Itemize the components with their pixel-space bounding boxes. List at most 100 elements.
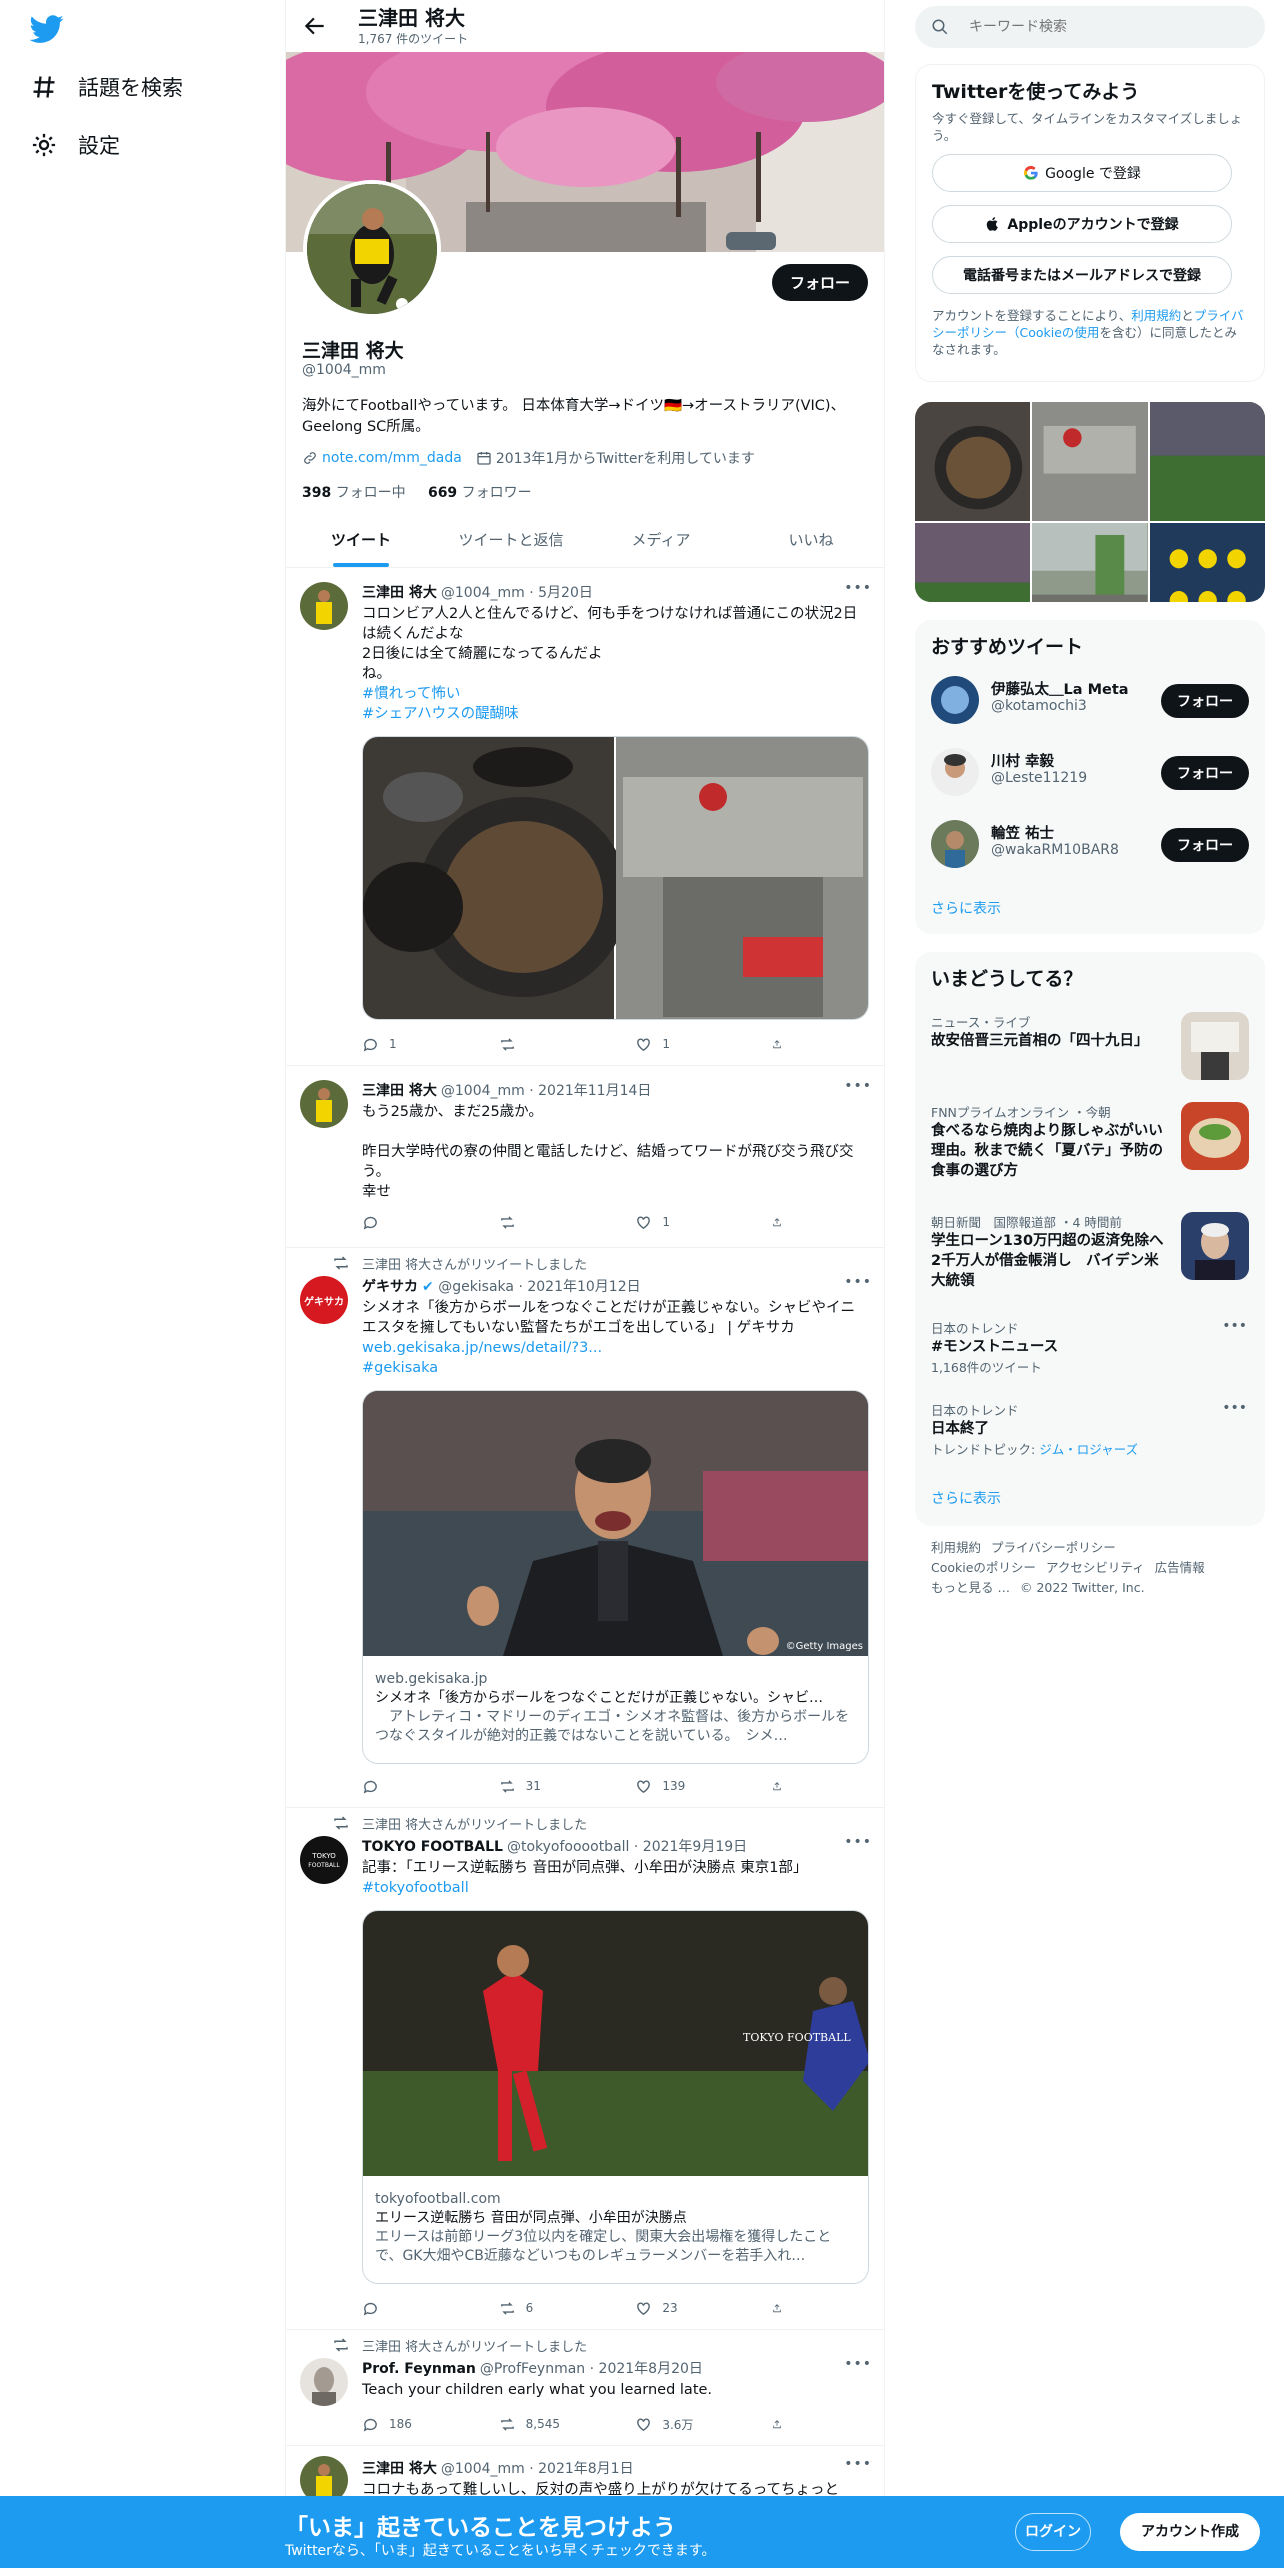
follow-button[interactable]: フォロー xyxy=(771,264,868,301)
followers-link[interactable]: 669 フォロワー xyxy=(428,485,532,501)
phone-email-signup-button[interactable]: 電話番号またはメールアドレスで登録 xyxy=(932,256,1232,294)
more-icon[interactable]: ••• xyxy=(844,2456,872,2472)
footer-ads-link[interactable]: 広告情報 xyxy=(1155,1560,1205,1575)
search-box[interactable] xyxy=(915,6,1265,48)
media-thumbnail[interactable] xyxy=(1149,402,1265,522)
tab-media[interactable]: メディア xyxy=(586,512,736,567)
more-icon[interactable]: ••• xyxy=(844,1274,872,1290)
share-button[interactable] xyxy=(772,1212,792,1232)
tweet-link[interactable]: web.gekisaka.jp/news/detail/?3... xyxy=(362,1338,867,1358)
tweet[interactable]: 三津田 将大さんがリツイートしました Prof. Feynman @ProfFey… xyxy=(286,2330,884,2446)
media-thumbnail[interactable] xyxy=(1032,523,1148,602)
avatar[interactable]: ゲキサカ xyxy=(300,1276,348,1324)
share-button[interactable] xyxy=(772,1034,792,1054)
hashtag-link[interactable]: #tokyofootball xyxy=(362,1878,867,1898)
retweeted-by[interactable]: 三津田 将大さんがリツイートしました xyxy=(362,1814,587,1833)
nav-settings-label: 設定 xyxy=(78,134,120,158)
retweet-button[interactable]: 8,545 xyxy=(499,2414,609,2434)
avatar[interactable]: TOKYO FOOTBALL xyxy=(300,1836,348,1884)
retweeted-by[interactable]: 三津田 将大さんがリツイートしました xyxy=(362,1254,587,1273)
retweet-button[interactable]: 6 xyxy=(499,2298,609,2318)
google-signup-button[interactable]: Google で登録 xyxy=(932,154,1232,192)
link-card[interactable]: TOKYO FOOTBALL tokyofootball.com エリース逆転勝… xyxy=(362,1910,869,2284)
media-thumbnail[interactable] xyxy=(1032,402,1148,522)
terms-link[interactable]: 利用規約 xyxy=(1131,308,1181,323)
more-icon[interactable]: ••• xyxy=(844,580,872,596)
recommended-user[interactable]: 伊藤弘太＿La Meta @kotamochi3 フォロー xyxy=(931,670,1249,730)
tab-tweets[interactable]: ツイート xyxy=(286,512,436,567)
show-more-link[interactable]: さらに表示 xyxy=(931,898,1001,918)
avatar[interactable] xyxy=(931,820,979,868)
avatar[interactable] xyxy=(300,2358,348,2406)
footer-privacy-link[interactable]: プライバシーポリシー xyxy=(991,1540,1116,1555)
reply-button[interactable]: 1 xyxy=(362,1034,472,1054)
tweet[interactable]: 三津田 将大 @1004_mm · 5月20日 ••• コロンビア人2人と住んでる… xyxy=(286,568,884,1066)
like-button[interactable]: 23 xyxy=(635,2298,745,2318)
trend-item[interactable]: FNNプライムオンライン ・今朝 食べるなら焼肉より豚しゃぶがいい理由。秋まで続… xyxy=(931,1102,1249,1181)
avatar[interactable] xyxy=(300,1080,348,1128)
reply-button[interactable] xyxy=(362,2298,472,2318)
more-icon[interactable]: ••• xyxy=(1222,1400,1247,1416)
like-button[interactable]: 139 xyxy=(635,1776,745,1796)
show-more-link[interactable]: さらに表示 xyxy=(931,1488,1001,1508)
trend-item[interactable]: 日本のトレンド #モンストニュース 1,168件のツイート ••• xyxy=(931,1318,1249,1376)
media-thumbnail[interactable] xyxy=(915,523,1031,602)
avatar[interactable] xyxy=(300,582,348,630)
hashtag-link[interactable]: #慣れって怖い xyxy=(362,684,867,704)
reply-button[interactable]: 186 xyxy=(362,2414,472,2434)
avatar[interactable] xyxy=(931,676,979,724)
footer-more-link[interactable]: もっと見る … xyxy=(931,1580,1010,1595)
hashtag-link[interactable]: #gekisaka xyxy=(362,1358,867,1378)
media-thumbnail[interactable] xyxy=(915,402,1031,522)
nav-settings[interactable]: 設定 xyxy=(30,130,120,160)
login-button[interactable]: ログイン xyxy=(1015,2513,1091,2551)
follow-button[interactable]: フォロー xyxy=(1161,684,1249,718)
footer-cookie-link[interactable]: Cookieのポリシー xyxy=(931,1560,1036,1575)
retweeted-by[interactable]: 三津田 将大さんがリツイートしました xyxy=(362,2336,587,2355)
recommended-user[interactable]: 輪笠 祐士 @wakaRM10BAR8 フォロー xyxy=(931,814,1249,874)
tweet-media[interactable] xyxy=(362,736,869,1020)
footer-terms-link[interactable]: 利用規約 xyxy=(931,1540,981,1555)
recommended-user[interactable]: 川村 幸毅 @Leste11219 フォロー xyxy=(931,742,1249,802)
follow-button[interactable]: フォロー xyxy=(1161,756,1249,790)
tab-likes[interactable]: いいね xyxy=(736,512,884,567)
profile-link[interactable]: note.com/mm_dada xyxy=(322,450,462,466)
tweet[interactable]: 三津田 将大さんがリツイートしました TOKYO FOOTBALL TOKYO F… xyxy=(286,1808,884,2330)
media-thumbnail[interactable] xyxy=(1149,523,1265,602)
back-arrow-icon[interactable] xyxy=(302,13,328,39)
create-account-button[interactable]: アカウント作成 xyxy=(1120,2513,1260,2551)
hashtag-link[interactable]: #シェアハウスの醍醐味 xyxy=(362,704,867,724)
trend-topic-link[interactable]: ジム・ロジャーズ xyxy=(1039,1442,1138,1457)
retweet-button[interactable]: 31 xyxy=(499,1776,609,1796)
profile-avatar[interactable] xyxy=(303,180,441,318)
tab-tweets-replies[interactable]: ツイートと返信 xyxy=(436,512,586,567)
follow-button[interactable]: フォロー xyxy=(1161,828,1249,862)
share-button[interactable] xyxy=(772,2298,792,2318)
search-input[interactable] xyxy=(969,19,1249,35)
footer-accessibility-link[interactable]: アクセシビリティ xyxy=(1046,1560,1145,1575)
more-icon[interactable]: ••• xyxy=(1222,1318,1247,1334)
more-icon[interactable]: ••• xyxy=(844,1078,872,1094)
like-button[interactable]: 3.6万 xyxy=(635,2414,745,2434)
retweet-button[interactable] xyxy=(499,1212,609,1232)
tweet[interactable]: 三津田 将大 @1004_mm · 2021年11月14日 ••• もう25歳か、… xyxy=(286,1066,884,1248)
apple-signup-button[interactable]: Appleのアカウントで登録 xyxy=(932,205,1232,243)
avatar[interactable] xyxy=(931,748,979,796)
following-link[interactable]: 398 フォロー中 xyxy=(302,485,406,501)
share-button[interactable] xyxy=(772,1776,792,1796)
trend-item[interactable]: ニュース・ライブ 故安倍晋三元首相の「四十九日」 xyxy=(931,1012,1249,1080)
like-button[interactable]: 1 xyxy=(635,1212,745,1232)
nav-explore[interactable]: 話題を検索 xyxy=(30,72,183,102)
reply-button[interactable] xyxy=(362,1776,472,1796)
share-button[interactable] xyxy=(772,2414,792,2434)
link-card[interactable]: ©Getty Images web.gekisaka.jp シメオネ「後方からボ… xyxy=(362,1390,869,1764)
trend-item[interactable]: 朝日新聞 国際報道部 ・4 時間前 学生ローン130万円超の返済免除へ 2千万人… xyxy=(931,1212,1249,1291)
reply-button[interactable] xyxy=(362,1212,472,1232)
retweet-button[interactable] xyxy=(499,1034,609,1054)
more-icon[interactable]: ••• xyxy=(844,2356,872,2372)
trend-item[interactable]: 日本のトレンド 日本終了 トレンドトピック: ジム・ロジャーズ ••• xyxy=(931,1400,1249,1458)
twitter-logo-icon[interactable] xyxy=(30,12,64,46)
more-icon[interactable]: ••• xyxy=(844,1834,872,1850)
tweet[interactable]: 三津田 将大さんがリツイートしました ゲキサカ ゲキサカ ✔ @gekisaka … xyxy=(286,1248,884,1808)
like-button[interactable]: 1 xyxy=(635,1034,745,1054)
